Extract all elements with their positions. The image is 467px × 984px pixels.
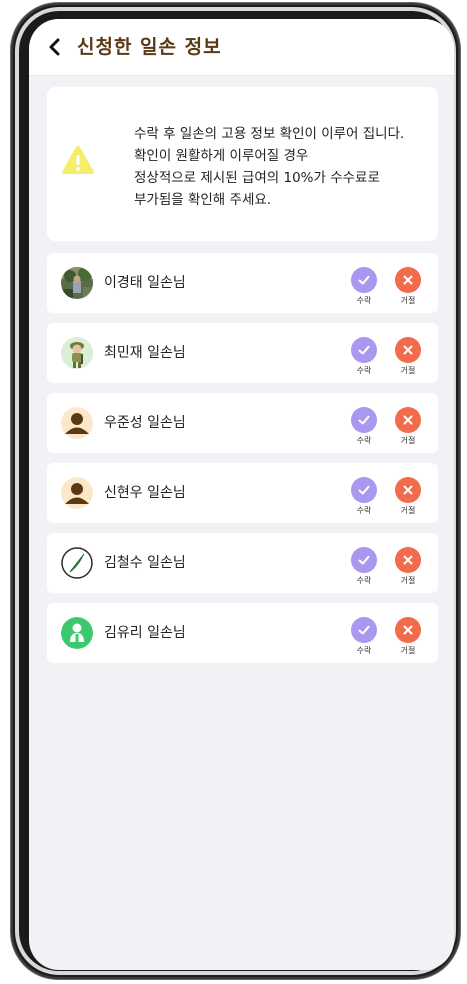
worker-list-item: 신현우 일손님 수락 거절 [47, 463, 438, 523]
worker-list-item: 김유리 일손님 수락 거절 [47, 603, 438, 663]
worker-name: 우준성 일손님 [104, 415, 186, 431]
app-screen: 신청한 일손 정보 수락 후 일손의 고용 정보 확인이 이루어 집니다. 확인… [29, 19, 454, 970]
accept-label: 수락 [356, 296, 372, 305]
worker-list: 이경태 일손님 수락 거절 최민재 일손님 수락 거절 우준성 일손님 수락 거… [47, 253, 438, 673]
leaf-logo-avatar[interactable] [61, 547, 93, 579]
worker-list-item: 최민재 일손님 수락 거절 [47, 323, 438, 383]
check-icon [358, 625, 370, 635]
notice-line: 수락 후 일손의 고용 정보 확인이 이루어 집니다. [134, 126, 405, 142]
close-icon [403, 415, 413, 425]
reject-label: 거절 [400, 646, 416, 655]
worker-name: 김철수 일손님 [104, 555, 186, 571]
accept-button[interactable]: 수락 [344, 547, 384, 593]
accept-button[interactable]: 수락 [344, 477, 384, 523]
worker-list-item: 이경태 일손님 수락 거절 [47, 253, 438, 313]
worker-name: 최민재 일손님 [104, 345, 186, 361]
accept-label: 수락 [356, 366, 372, 375]
page-title: 신청한 일손 정보 [77, 36, 222, 58]
reject-button[interactable]: 거절 [388, 267, 428, 313]
worker-list-item: 우준성 일손님 수락 거절 [47, 393, 438, 453]
reject-button[interactable]: 거절 [388, 407, 428, 453]
worker-name: 신현우 일손님 [104, 485, 186, 501]
accept-button[interactable]: 수락 [344, 267, 384, 313]
accept-button[interactable]: 수락 [344, 617, 384, 663]
notice-line: 확인이 원활하게 이루어질 경우 [134, 148, 309, 164]
close-icon [403, 275, 413, 285]
reject-label: 거절 [400, 576, 416, 585]
worker-list-item: 김철수 일손님 수락 거절 [47, 533, 438, 593]
close-icon [403, 625, 413, 635]
close-icon [403, 345, 413, 355]
reject-button[interactable]: 거절 [388, 477, 428, 523]
close-icon [403, 485, 413, 495]
default-person-avatar[interactable] [61, 407, 93, 439]
check-icon [358, 415, 370, 425]
reject-button[interactable]: 거절 [388, 617, 428, 663]
reject-button[interactable]: 거절 [388, 337, 428, 383]
check-icon [358, 485, 370, 495]
green-person-avatar[interactable] [61, 617, 93, 649]
accept-label: 수락 [356, 646, 372, 655]
header: 신청한 일손 정보 [29, 19, 454, 76]
chevron-left-icon [49, 38, 60, 56]
reject-button[interactable]: 거절 [388, 547, 428, 593]
worker-name: 김유리 일손님 [104, 625, 186, 641]
check-icon [358, 275, 370, 285]
warning-icon [62, 146, 94, 174]
reject-label: 거절 [400, 366, 416, 375]
photo-avatar[interactable] [61, 267, 93, 299]
notice-text: 수락 후 일손의 고용 정보 확인이 이루어 집니다. 확인이 원활하게 이루어… [134, 123, 434, 211]
check-icon [358, 345, 370, 355]
soldier-avatar[interactable] [61, 337, 93, 369]
notice-line: 부가됨을 확인해 주세요. [134, 192, 272, 208]
reject-label: 거절 [400, 436, 416, 445]
notice-card: 수락 후 일손의 고용 정보 확인이 이루어 집니다. 확인이 원활하게 이루어… [47, 87, 438, 241]
back-button[interactable] [41, 33, 69, 61]
accept-label: 수락 [356, 436, 372, 445]
default-person-avatar[interactable] [61, 477, 93, 509]
accept-button[interactable]: 수락 [344, 337, 384, 383]
accept-label: 수락 [356, 506, 372, 515]
reject-label: 거절 [400, 506, 416, 515]
check-icon [358, 555, 370, 565]
worker-name: 이경태 일손님 [104, 275, 186, 291]
reject-label: 거절 [400, 296, 416, 305]
accept-button[interactable]: 수락 [344, 407, 384, 453]
notice-line: 정상적으로 제시된 급여의 10%가 수수료로 [134, 170, 380, 186]
accept-label: 수락 [356, 576, 372, 585]
close-icon [403, 555, 413, 565]
